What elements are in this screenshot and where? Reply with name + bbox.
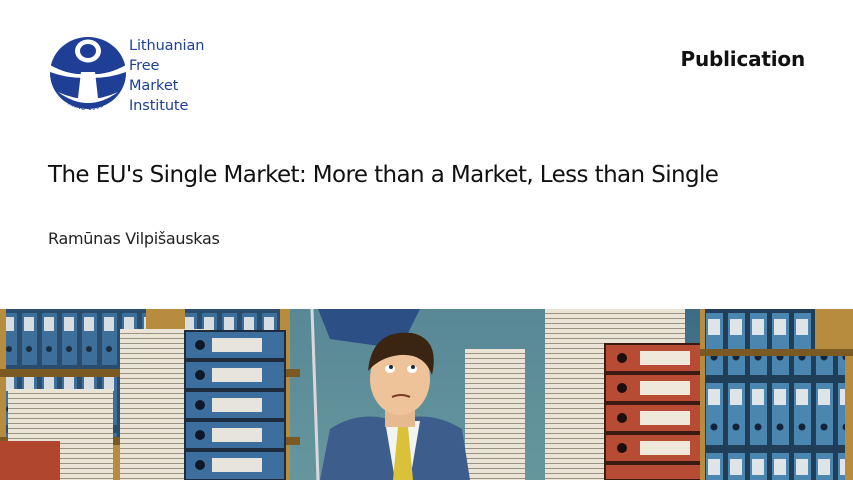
banner-illustration	[0, 309, 853, 480]
publication-title: The EU's Single Market: More than a Mark…	[48, 162, 719, 188]
binder-stack-left	[184, 330, 286, 480]
org-name-line: Market	[129, 78, 179, 94]
org-name-line: Free	[129, 58, 160, 74]
organization-name: Lithuanian Free Market Institute	[129, 36, 225, 116]
org-name-line: Institute	[129, 98, 189, 114]
binder-stack-right	[604, 343, 706, 480]
publication-page: ANNO 1990 Lithuanian Free Market Institu…	[0, 0, 853, 480]
office-binders-illustration	[0, 309, 853, 480]
lfmi-emblem-icon: ANNO 1990	[50, 37, 126, 112]
lfmi-logo[interactable]: ANNO 1990 Lithuanian Free Market Institu…	[48, 34, 228, 124]
author-name: Ramūnas Vilpišauskas	[48, 229, 220, 248]
org-name-line: Lithuanian	[129, 38, 205, 54]
publication-tag: Publication	[680, 47, 806, 71]
